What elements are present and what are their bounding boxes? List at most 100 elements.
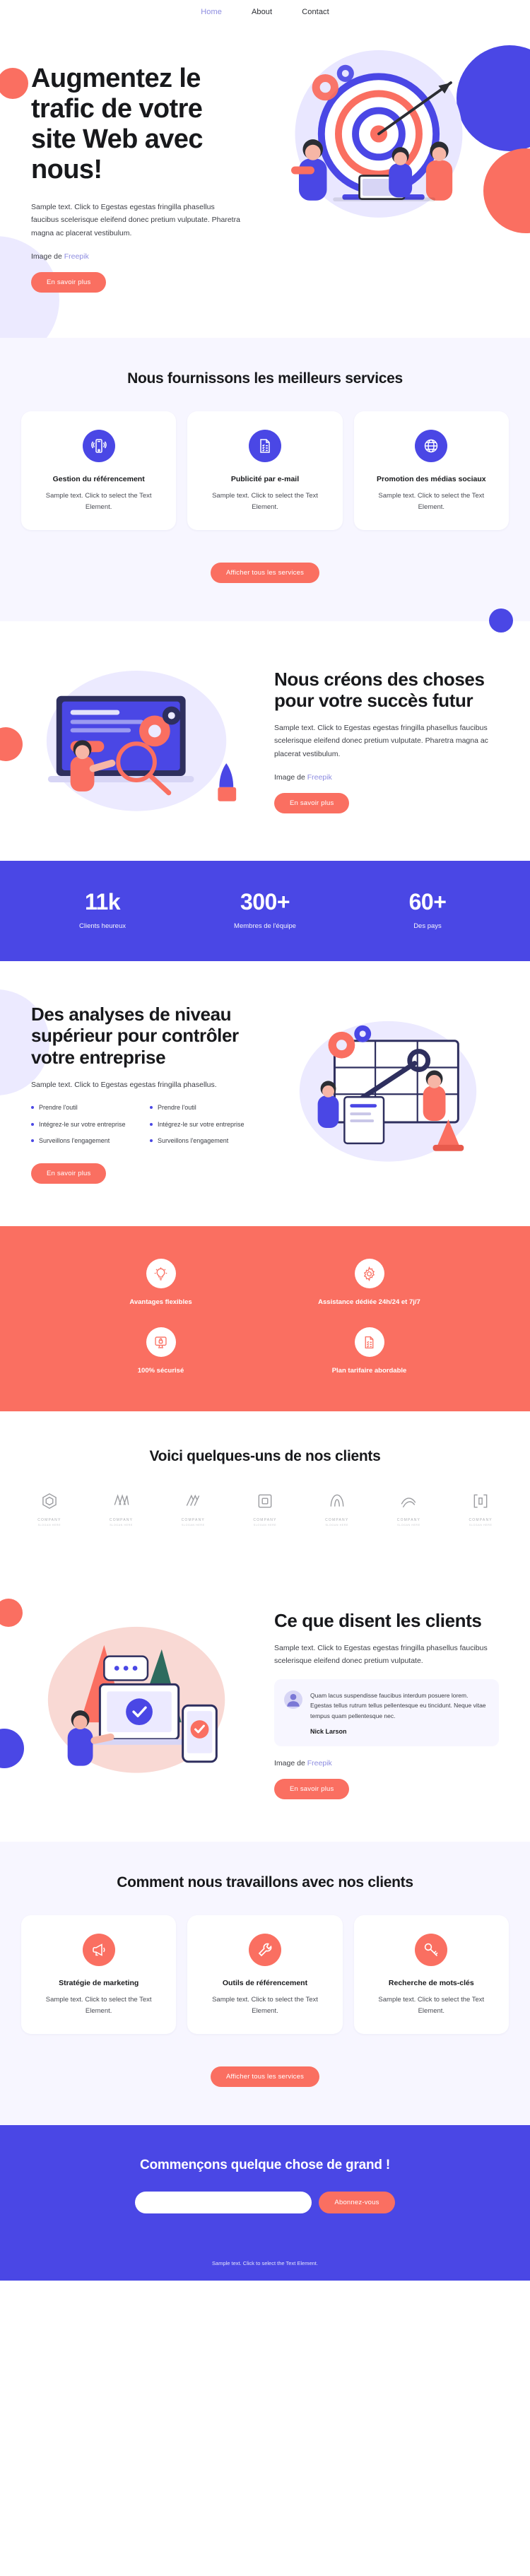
- decorative-blob-coral-4: [0, 1599, 23, 1628]
- hero-body: Sample text. Click to Egestas egestas fr…: [31, 202, 240, 237]
- gear-icon: [354, 1259, 384, 1289]
- decorative-blob-blue-3: [0, 1729, 24, 1769]
- client-logo-sub: SLOGAN HERE: [37, 1524, 61, 1527]
- client-logo-name: COMPANY: [469, 1518, 493, 1523]
- analytics-cta-button[interactable]: En savoir plus: [31, 1163, 107, 1184]
- client-logo[interactable]: COMPANY SLOGAN HERE: [18, 1492, 81, 1527]
- service-card[interactable]: Publicité par e-mail Sample text. Click …: [187, 411, 343, 531]
- create-illustration: [46, 671, 237, 811]
- process-title: Comment nous travaillons avec nos client…: [117, 1874, 413, 1891]
- freepik-link[interactable]: Freepik: [307, 1759, 332, 1768]
- avatar: [284, 1690, 302, 1709]
- services-section: Nous fournissons les meilleurs services …: [0, 337, 530, 622]
- client-logo-name: COMPANY: [325, 1518, 349, 1523]
- illustration-person-seated: [389, 147, 413, 198]
- subscribe-button[interactable]: Abonnez-vous: [319, 2192, 395, 2214]
- main-navigation: Home About Contact: [0, 0, 530, 24]
- freepik-link[interactable]: Freepik: [64, 252, 89, 261]
- bullet-list-left: Prendre l'outil Intégrez-le sur votre en…: [31, 1102, 137, 1152]
- view-all-services-button[interactable]: Afficher tous les services: [210, 563, 320, 584]
- lightbulb-icon: [146, 1259, 176, 1289]
- stats-section: 11k Clients heureux 300+ Membres de l'éq…: [0, 860, 530, 961]
- feature-label: Plan tarifaire abordable: [331, 1367, 407, 1375]
- stat-value: 60+: [408, 888, 447, 914]
- client-logo[interactable]: COMPANY SLOGAN HERE: [306, 1492, 368, 1527]
- footer-note: Sample text. Click to select the Text El…: [0, 2242, 530, 2281]
- page: Home About Contact Augmentez le trafic d…: [0, 0, 530, 2281]
- nav-item-about[interactable]: About: [252, 8, 272, 16]
- feature-label: Avantages flexibles: [129, 1298, 192, 1307]
- create-section: Nous créons des choses pour votre succès…: [0, 608, 530, 861]
- nav-item-contact[interactable]: Contact: [302, 8, 329, 16]
- hero-image-credit: Image de Freepik: [31, 252, 243, 261]
- globe-icon: [415, 429, 448, 462]
- hero-cta-button[interactable]: En savoir plus: [31, 271, 107, 293]
- testimonials-image-credit: Image de Freepik: [274, 1759, 499, 1768]
- client-logo-sub: SLOGAN HERE: [110, 1524, 133, 1527]
- client-logo[interactable]: COMPANY SLOGAN HERE: [449, 1492, 512, 1527]
- hero-section: Augmentez le trafic de votre site Web av…: [0, 24, 530, 338]
- client-logo[interactable]: COMPANY SLOGAN HERE: [162, 1492, 224, 1527]
- list-item: Intégrez-le sur votre entreprise: [150, 1119, 256, 1129]
- client-logo-name: COMPANY: [396, 1518, 421, 1523]
- decorative-blob-coral-3: [0, 727, 23, 762]
- service-card-title: Gestion du référencement: [52, 474, 145, 483]
- feature-label: 100% sécurisé: [137, 1367, 184, 1375]
- stat-value: 300+: [240, 888, 290, 914]
- credit-prefix: Image de: [274, 1759, 307, 1768]
- analytics-illustration-col: [274, 1013, 499, 1175]
- client-logo-sub: SLOGAN HERE: [253, 1524, 277, 1527]
- client-logo-sub: SLOGAN HERE: [397, 1524, 420, 1527]
- client-logo[interactable]: COMPANY SLOGAN HERE: [378, 1492, 440, 1527]
- create-cta-button[interactable]: En savoir plus: [274, 793, 350, 814]
- services-title: Nous fournissons les meilleurs services: [127, 370, 403, 387]
- stat-label: Des pays: [413, 922, 442, 930]
- process-card[interactable]: Recherche de mots-clés Sample text. Clic…: [353, 1915, 509, 2035]
- brackets-logo-icon: [473, 1494, 488, 1508]
- testimonials-illustration: [47, 1626, 225, 1773]
- testimonials-body: Sample text. Click to Egestas egestas fr…: [274, 1644, 488, 1666]
- process-card-text: Sample text. Click to select the Text El…: [45, 1996, 152, 2016]
- testimonials-text-col: Ce que disent les clients Sample text. C…: [274, 1610, 499, 1800]
- process-card-title: Recherche de mots-clés: [388, 1979, 474, 1988]
- testimonials-title: Ce que disent les clients: [274, 1610, 482, 1632]
- testimonials-illustration-col: [31, 1617, 256, 1792]
- testimonial-author: Nick Larson: [310, 1728, 347, 1736]
- testimonial-quote-card: Quam lacus suspendisse faucibus interdum…: [274, 1678, 499, 1747]
- service-card[interactable]: Promotion des médias sociaux Sample text…: [353, 411, 509, 531]
- key-icon: [415, 1934, 448, 1967]
- view-all-services-button-2[interactable]: Afficher tous les services: [210, 2066, 320, 2088]
- client-logo-sub: SLOGAN HERE: [469, 1524, 493, 1527]
- testimonials-cta-button[interactable]: En savoir plus: [274, 1779, 350, 1800]
- stat-item: 300+ Membres de l'équipe: [184, 889, 346, 930]
- client-logo-name: COMPANY: [37, 1518, 61, 1523]
- chevrons-logo-icon: [186, 1495, 200, 1507]
- analytics-body: Sample text. Click to Egestas egestas fr…: [31, 1080, 217, 1089]
- list-item: Intégrez-le sur votre entreprise: [31, 1119, 137, 1129]
- client-logo[interactable]: COMPANY SLOGAN HERE: [90, 1492, 153, 1527]
- arc-logo-icon: [330, 1494, 344, 1507]
- credit-prefix: Image de: [31, 252, 64, 261]
- bullet-list-right: Prendre l'outil Intégrez-le sur votre en…: [150, 1102, 256, 1152]
- feature-item: 100% sécurisé: [57, 1327, 265, 1375]
- nav-item-home[interactable]: Home: [201, 8, 222, 16]
- client-logo-sub: SLOGAN HERE: [182, 1524, 205, 1527]
- freepik-link[interactable]: Freepik: [307, 773, 332, 782]
- features-section: Avantages flexibles Assistance dédiée 24…: [0, 1226, 530, 1412]
- illustration-person-2: [317, 1081, 339, 1129]
- swoosh-logo-icon: [401, 1498, 416, 1508]
- process-card[interactable]: Outils de référencement Sample text. Cli…: [187, 1915, 343, 2035]
- feature-item: Assistance dédiée 24h/24 et 7j/7: [265, 1259, 473, 1306]
- process-card-text: Sample text. Click to select the Text El…: [378, 1996, 485, 2016]
- analytics-bullets: Prendre l'outil Intégrez-le sur votre en…: [31, 1102, 256, 1152]
- email-field[interactable]: [135, 2192, 312, 2214]
- stat-item: 11k Clients heureux: [21, 889, 184, 930]
- mobile-signal-icon: [82, 429, 115, 462]
- client-logo[interactable]: COMPANY SLOGAN HERE: [234, 1492, 296, 1527]
- stat-label: Membres de l'équipe: [234, 922, 296, 930]
- client-logo-name: COMPANY: [253, 1518, 277, 1523]
- process-card[interactable]: Stratégie de marketing Sample text. Clic…: [21, 1915, 177, 2035]
- analytics-title: Des analyses de niveau supérieur pour co…: [31, 1003, 239, 1069]
- feature-item: Avantages flexibles: [57, 1259, 265, 1306]
- service-card[interactable]: Gestion du référencement Sample text. Cl…: [21, 411, 177, 531]
